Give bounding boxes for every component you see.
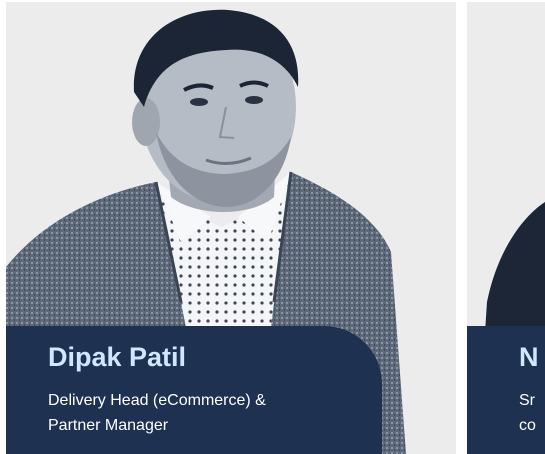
team-member-card[interactable]: N Sr co (467, 2, 545, 454)
member-caption: N Sr co (467, 326, 545, 454)
member-caption: Dipak Patil Delivery Head (eCommerce) & … (6, 326, 382, 454)
member-name: Dipak Patil (48, 342, 187, 372)
member-role-line-1: Delivery Head (eCommerce) & (48, 392, 266, 409)
member-role: Delivery Head (eCommerce) & Partner Mana… (48, 388, 358, 438)
member-role-line-2: co (519, 417, 536, 434)
member-name: N (519, 342, 539, 372)
member-role: Sr co (519, 388, 536, 438)
member-role-line-2: Partner Manager (48, 417, 169, 434)
member-role-line-1: Sr (519, 392, 535, 409)
team-member-card[interactable]: Dipak Patil Delivery Head (eCommerce) & … (6, 2, 456, 454)
team-section: Dipak Patil Delivery Head (eCommerce) & … (0, 0, 545, 454)
